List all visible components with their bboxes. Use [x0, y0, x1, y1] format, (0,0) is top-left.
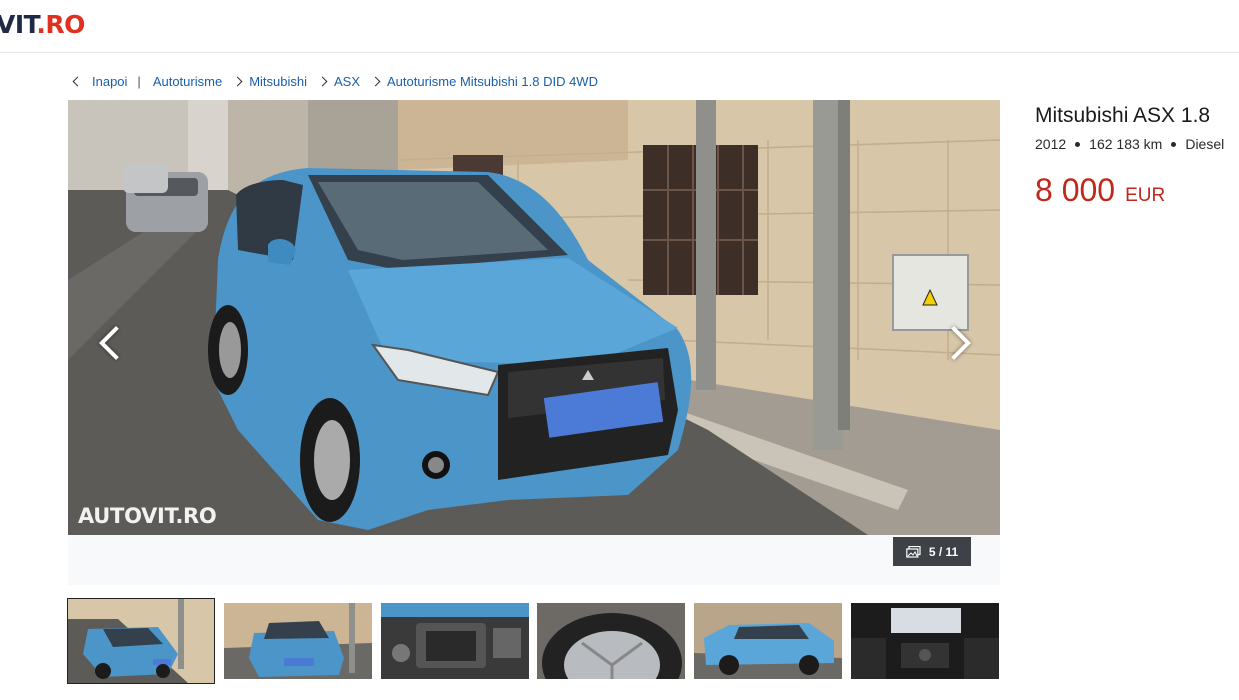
chevron-left-icon [99, 326, 133, 360]
bullet-separator [1171, 141, 1177, 147]
gallery-footer [68, 535, 1000, 585]
thumbnail-1[interactable] [67, 598, 215, 684]
breadcrumb-item-model[interactable]: Autoturisme Mitsubishi 1.8 DID 4WD [387, 74, 598, 89]
site-logo[interactable]: VIT.RO [0, 10, 85, 39]
spec-fuel: Diesel [1185, 136, 1225, 152]
chevron-right-icon [232, 76, 243, 86]
chevron-right-icon [317, 76, 328, 86]
listing-price: 8 000 EUR [1035, 172, 1165, 209]
spec-year: 2012 [1035, 136, 1067, 152]
thumbnail-6[interactable] [851, 603, 999, 679]
spec-mileage: 162 183 km [1089, 136, 1163, 152]
chevron-right-icon [370, 76, 381, 86]
listing-specs: 2012 162 183 km Diesel [1035, 136, 1224, 152]
chevron-right-icon [937, 326, 971, 360]
listing-title: Mitsubishi ASX 1.8 [1035, 104, 1211, 127]
photo-watermark: AUTOVIT.RO [78, 504, 217, 528]
chevron-left-icon [72, 76, 83, 86]
top-bar: VIT.RO [0, 0, 1239, 53]
price-currency: EUR [1125, 185, 1166, 206]
thumbnail-2[interactable] [224, 603, 372, 679]
thumbnail-4[interactable] [537, 603, 685, 679]
next-photo-button[interactable] [937, 323, 978, 363]
breadcrumb-item-asx[interactable]: ASX [334, 74, 360, 89]
thumbnail-5[interactable] [694, 603, 842, 679]
bullet-separator [1075, 141, 1081, 147]
previous-photo-button[interactable] [90, 323, 133, 363]
thumbnail-strip [67, 598, 1000, 684]
main-photo[interactable] [68, 100, 1000, 535]
car-photo-image [68, 100, 1000, 535]
price-amount: 8 000 [1035, 172, 1116, 208]
photo-counter[interactable]: 5 / 11 [893, 537, 971, 566]
breadcrumb-item-mitsubishi[interactable]: Mitsubishi [249, 74, 307, 89]
breadcrumb-item-autoturisme[interactable]: Autoturisme [153, 74, 222, 89]
breadcrumb: Inapoi | Autoturisme Mitsubishi ASX Auto… [70, 72, 598, 90]
back-link[interactable]: Inapoi [92, 74, 127, 89]
gallery-icon [906, 545, 921, 558]
thumbnail-3[interactable] [381, 603, 529, 679]
breadcrumb-separator: | [137, 73, 141, 89]
photo-counter-label: 5 / 11 [928, 544, 959, 559]
